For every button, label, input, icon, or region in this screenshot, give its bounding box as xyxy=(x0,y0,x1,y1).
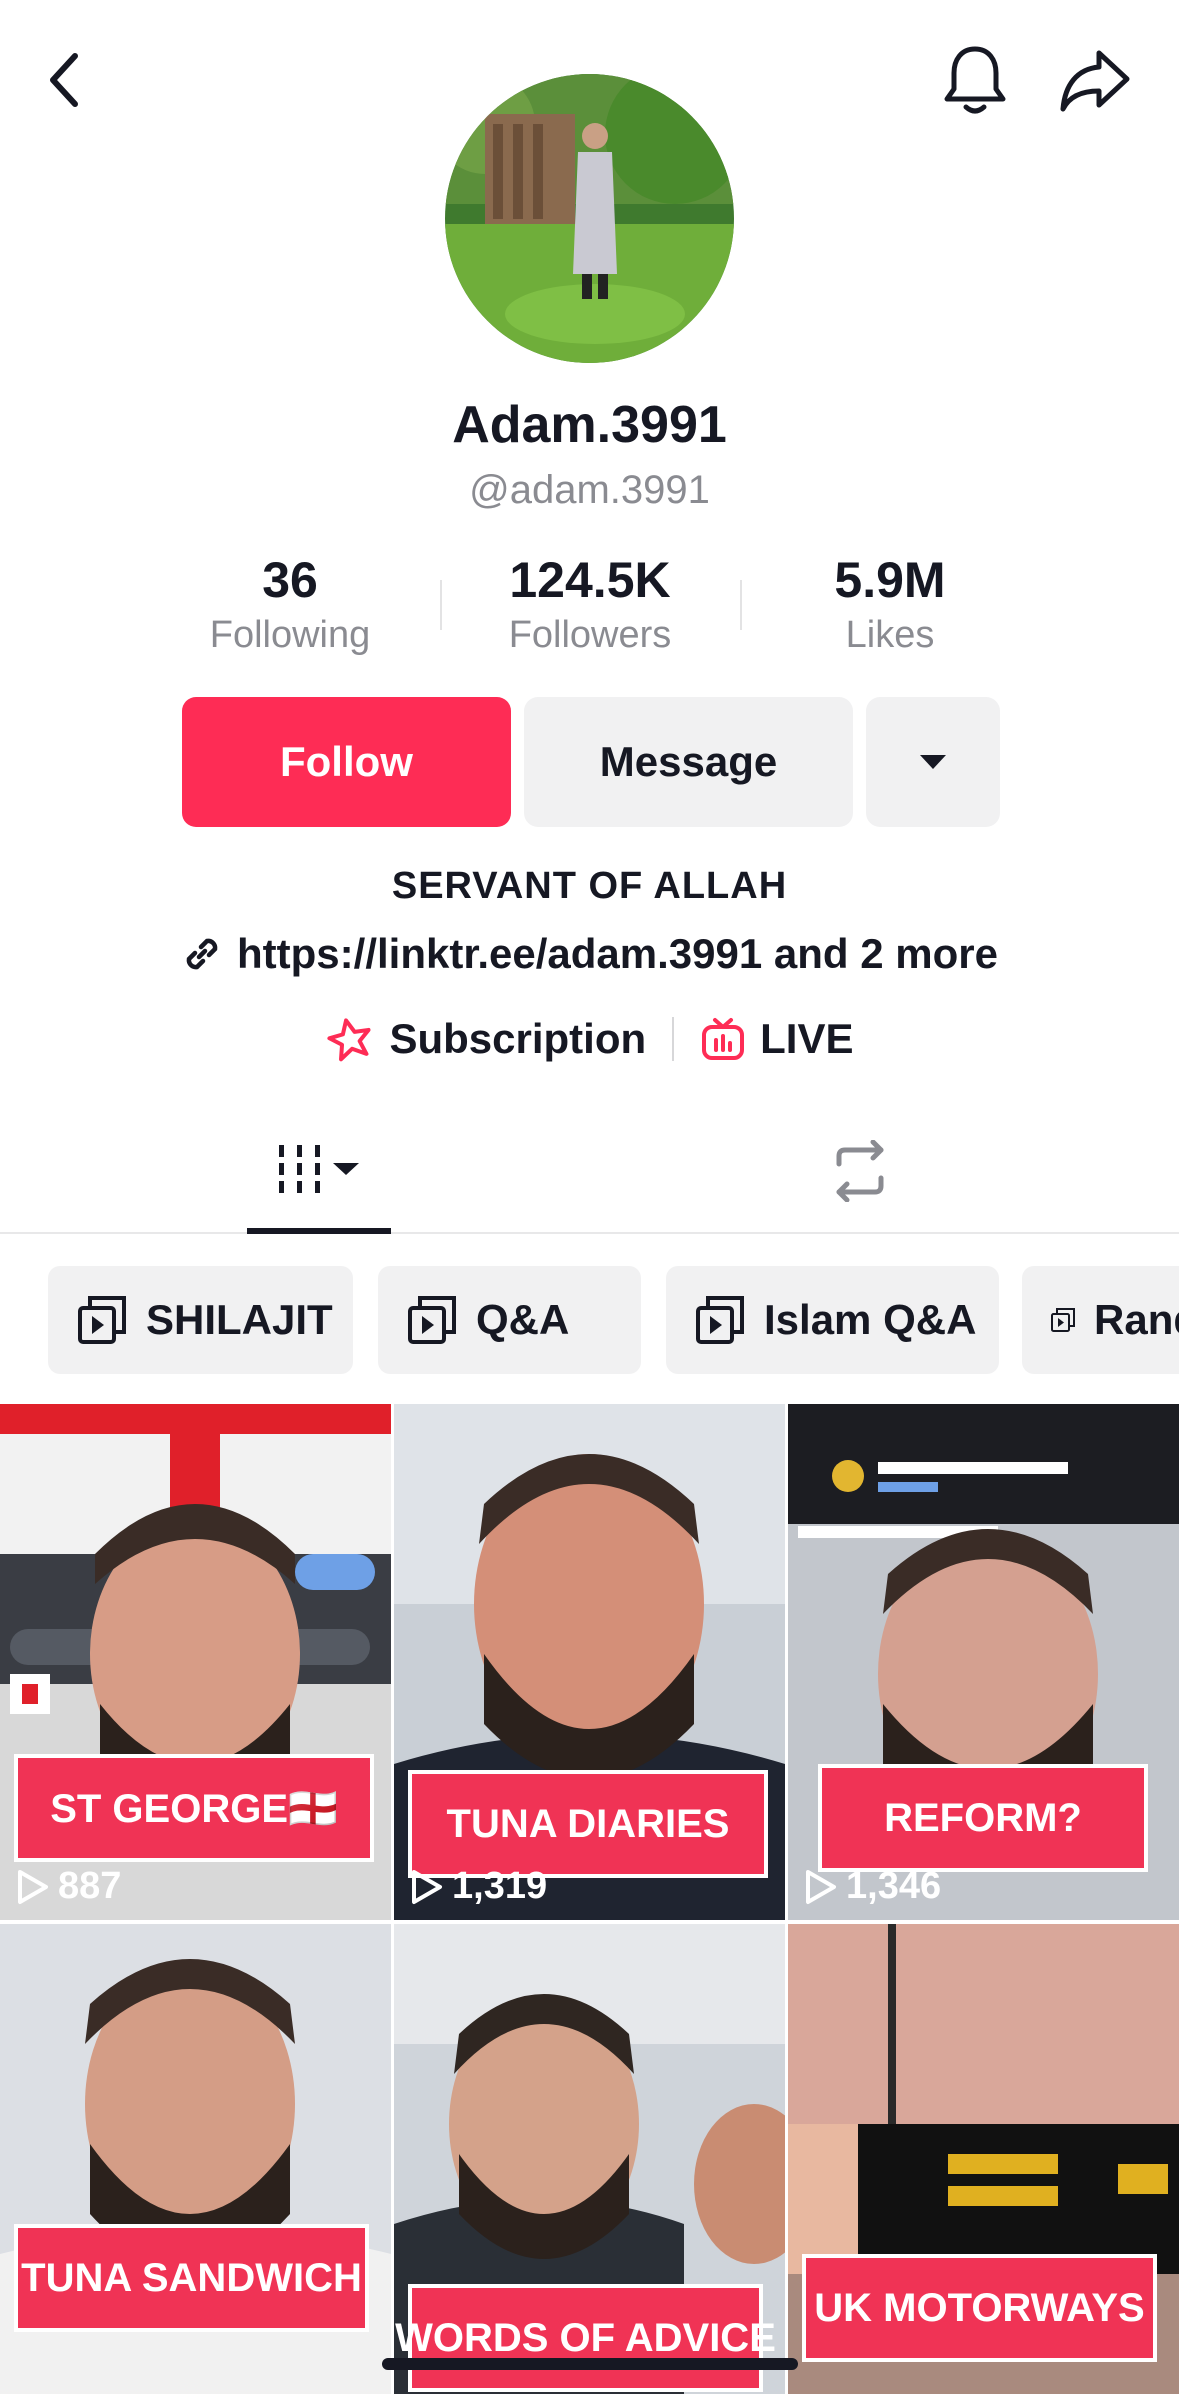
subscription-label: Subscription xyxy=(389,1015,647,1062)
follow-button[interactable]: Follow xyxy=(182,697,511,827)
playlist-icon xyxy=(696,1296,744,1344)
stat-value: 124.5K xyxy=(509,552,671,608)
username-handle: @adam.3991 xyxy=(469,468,710,512)
video-caption: ST GEORGE🏴󠁧󠁢󠁥󠁮󠁧󠁿 xyxy=(14,1754,374,1862)
video-caption: REFORM? xyxy=(818,1764,1148,1872)
content-tabs xyxy=(0,1110,1179,1234)
playlist-label: SHILAJIT xyxy=(146,1296,333,1343)
share-button[interactable] xyxy=(1055,40,1135,120)
tab-reposts[interactable] xyxy=(800,1110,920,1232)
playlist-label: Random xyxy=(1094,1296,1179,1343)
playlist-chip[interactable]: Random xyxy=(1022,1266,1179,1374)
profile-link-text: https://linktr.ee/adam.3991 and 2 more xyxy=(237,930,998,977)
subscription-icon xyxy=(327,1018,371,1062)
live-label: LIVE xyxy=(760,1015,854,1062)
view-count: 1,346 xyxy=(804,1865,941,1908)
live-button[interactable]: LIVE xyxy=(700,1015,854,1063)
video-tile[interactable]: UK MOTORWAYS xyxy=(788,1924,1179,2394)
link-icon xyxy=(186,938,218,970)
video-caption: TUNA SANDWICH xyxy=(14,2224,369,2332)
video-tile[interactable]: WORDS OF ADVICE xyxy=(394,1924,785,2394)
view-count-text: 1,346 xyxy=(846,1865,942,1907)
video-grid: ST GEORGE🏴󠁧󠁢󠁥󠁮󠁧󠁿 887 TUNA DIARIES 1,319 xyxy=(0,1404,1179,2394)
stat-following[interactable]: 36 Following xyxy=(140,550,440,660)
playlist-label: Islam Q&A xyxy=(764,1296,977,1343)
playlist-chip[interactable]: SHILAJIT xyxy=(48,1266,353,1374)
chevron-down-icon xyxy=(920,755,946,769)
video-tile[interactable]: TUNA DIARIES 1,319 xyxy=(394,1404,785,1920)
back-icon xyxy=(50,53,78,107)
play-icon xyxy=(806,1869,836,1904)
video-tile[interactable]: REFORM? 1,346 xyxy=(788,1404,1179,1920)
stat-label: Likes xyxy=(845,614,935,656)
stat-label: Followers xyxy=(508,614,672,656)
stat-likes[interactable]: 5.9M Likes xyxy=(740,550,1040,660)
view-count-text: 1,319 xyxy=(452,1865,548,1907)
play-icon xyxy=(18,1869,48,1904)
video-caption: TUNA DIARIES xyxy=(408,1770,768,1878)
playlist-icon xyxy=(78,1296,126,1344)
share-icon xyxy=(1060,50,1130,112)
stat-label: Following xyxy=(209,614,371,656)
view-count-text: 887 xyxy=(58,1865,122,1907)
avatar[interactable] xyxy=(445,74,734,363)
message-button[interactable]: Message xyxy=(524,697,853,827)
playlist-icon xyxy=(1051,1308,1075,1332)
playlist-chip[interactable]: Islam Q&A xyxy=(666,1266,999,1374)
profile-stats: 36 Following 124.5K Followers 5.9M Likes xyxy=(140,550,1040,660)
playlist-label: Q&A xyxy=(476,1296,570,1343)
profile-link[interactable]: https://linktr.ee/adam.3991 and 2 more xyxy=(0,930,1179,978)
tab-videos[interactable] xyxy=(247,1110,391,1234)
video-tile[interactable]: ST GEORGE🏴󠁧󠁢󠁥󠁮󠁧󠁿 887 xyxy=(0,1404,391,1920)
repost-icon xyxy=(836,1140,884,1202)
suggested-accounts-button[interactable] xyxy=(866,697,1000,827)
video-caption: WORDS OF ADVICE xyxy=(395,2284,776,2392)
divider xyxy=(672,1017,675,1061)
profile-extras: Subscription LIVE xyxy=(0,1015,1179,1063)
play-icon xyxy=(412,1869,442,1904)
display-name: Adam.3991 xyxy=(452,396,727,454)
back-button[interactable] xyxy=(30,40,100,120)
playlist-icon xyxy=(408,1296,456,1344)
playlist-chip[interactable]: Q&A xyxy=(378,1266,641,1374)
view-count: 887 xyxy=(16,1865,121,1908)
live-icon xyxy=(702,1018,745,1060)
video-tile[interactable]: TUNA SANDWICH xyxy=(0,1924,391,2394)
stat-followers[interactable]: 124.5K Followers xyxy=(440,550,740,660)
bell-icon xyxy=(944,46,1006,114)
video-caption: UK MOTORWAYS xyxy=(802,2254,1157,2362)
stat-value: 36 xyxy=(262,552,318,608)
notifications-button[interactable] xyxy=(935,40,1015,120)
subscription-button[interactable]: Subscription xyxy=(325,1015,646,1063)
grid-icon xyxy=(279,1145,359,1193)
view-count: 1,319 xyxy=(410,1865,547,1908)
stat-value: 5.9M xyxy=(834,552,946,608)
home-indicator xyxy=(382,2358,798,2370)
playlist-row: SHILAJIT Q&A Islam Q&A Random xyxy=(48,1266,1179,1374)
bio-text: SERVANT OF ALLAH xyxy=(391,865,788,907)
